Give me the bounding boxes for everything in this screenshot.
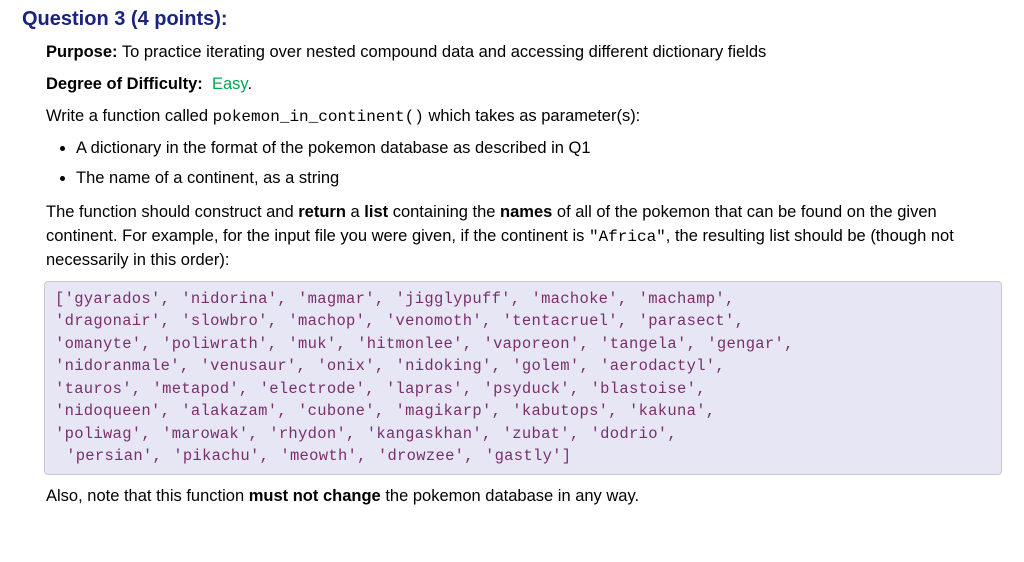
description-paragraph: The function should construct and return… (46, 201, 1002, 273)
bold-names: names (500, 203, 552, 221)
question-page: Question 3 (4 points): Purpose: To pract… (0, 0, 1024, 529)
intro-suffix: which takes as parameter(s): (424, 107, 640, 125)
intro-prefix: Write a function called (46, 107, 213, 125)
difficulty-line: Degree of Difficulty: Easy. (46, 73, 1002, 97)
list-item: A dictionary in the format of the pokemo… (76, 137, 1002, 161)
purpose-label: Purpose: (46, 43, 118, 61)
question-body: Purpose: To practice iterating over nest… (46, 41, 1002, 509)
bold-must-not-change: must not change (249, 487, 381, 505)
purpose-text: To practice iterating over nested compou… (122, 43, 767, 61)
intro-line: Write a function called pokemon_in_conti… (46, 105, 1002, 129)
bold-list: list (364, 203, 388, 221)
parameter-list: A dictionary in the format of the pokemo… (46, 137, 1002, 191)
list-item: The name of a continent, as a string (76, 167, 1002, 191)
bold-return: return (298, 203, 346, 221)
closing-line: Also, note that this function must not c… (46, 485, 1002, 509)
question-title: Question 3 (4 points): (22, 8, 1002, 31)
difficulty-value: Easy (212, 75, 247, 93)
africa-code: "Africa" (589, 228, 666, 246)
purpose-line: Purpose: To practice iterating over nest… (46, 41, 1002, 65)
difficulty-label: Degree of Difficulty: (46, 75, 203, 93)
function-name-code: pokemon_in_continent() (213, 108, 424, 126)
example-output-codebox: ['gyarados', 'nidorina', 'magmar', 'jigg… (44, 281, 1002, 475)
